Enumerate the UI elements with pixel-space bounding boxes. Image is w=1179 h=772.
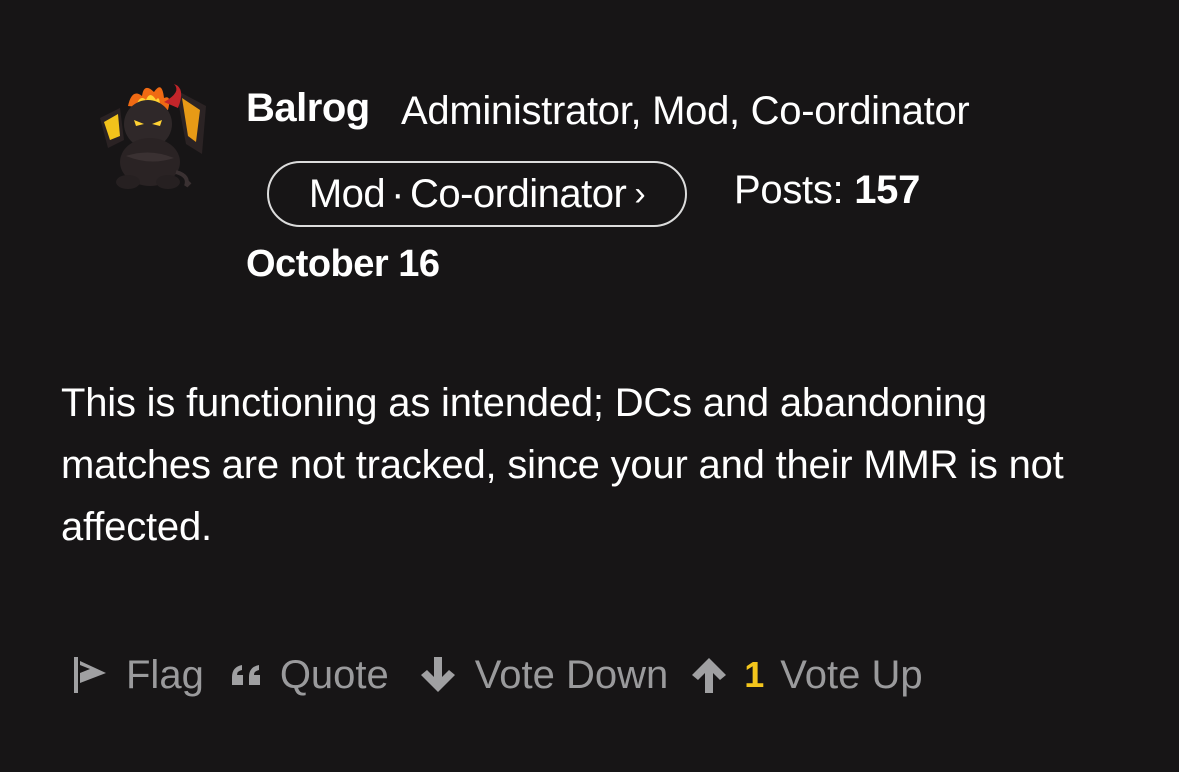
quote-button[interactable]: Quote xyxy=(230,653,389,698)
post-count: Posts: 157 xyxy=(734,168,920,213)
posts-count-value: 157 xyxy=(854,168,921,212)
post-body: This is functioning as intended; DCs and… xyxy=(61,381,1064,549)
role-badge-button[interactable]: Mod · Co-ordinator › xyxy=(267,161,687,227)
avatar[interactable] xyxy=(90,78,210,198)
arrow-down-icon xyxy=(420,657,455,692)
flag-button[interactable]: Flag xyxy=(72,653,204,698)
flag-label: Flag xyxy=(126,652,204,697)
quote-label: Quote xyxy=(279,652,389,697)
vote-up-label: Vote Up xyxy=(780,652,923,697)
vote-up-count: 1 xyxy=(744,654,765,695)
vote-up-button[interactable]: 1 Vote Up xyxy=(690,652,923,698)
arrow-up-icon xyxy=(692,658,727,693)
post-actions-bar: Flag Quote Vote Down 1 Vote Up xyxy=(72,645,923,705)
author-title: Administrator, Mod, Co-ordinator xyxy=(401,89,970,133)
role-separator: · xyxy=(391,171,404,216)
author-name[interactable]: Balrog xyxy=(246,86,370,131)
quote-icon xyxy=(231,665,260,685)
vote-down-label: Vote Down xyxy=(474,652,669,697)
flag-icon xyxy=(74,657,106,693)
forum-post: Balrog Administrator, Mod, Co-ordinator … xyxy=(0,0,1179,772)
role-coordinator: Co-ordinator xyxy=(409,171,627,216)
chevron-right-icon: › xyxy=(634,174,646,213)
post-date: October 16 xyxy=(246,243,440,285)
vote-down-button[interactable]: Vote Down xyxy=(419,653,668,698)
role-mod: Mod xyxy=(308,171,386,216)
devil-mascot-icon xyxy=(100,84,206,189)
posts-label: Posts: xyxy=(734,168,844,212)
